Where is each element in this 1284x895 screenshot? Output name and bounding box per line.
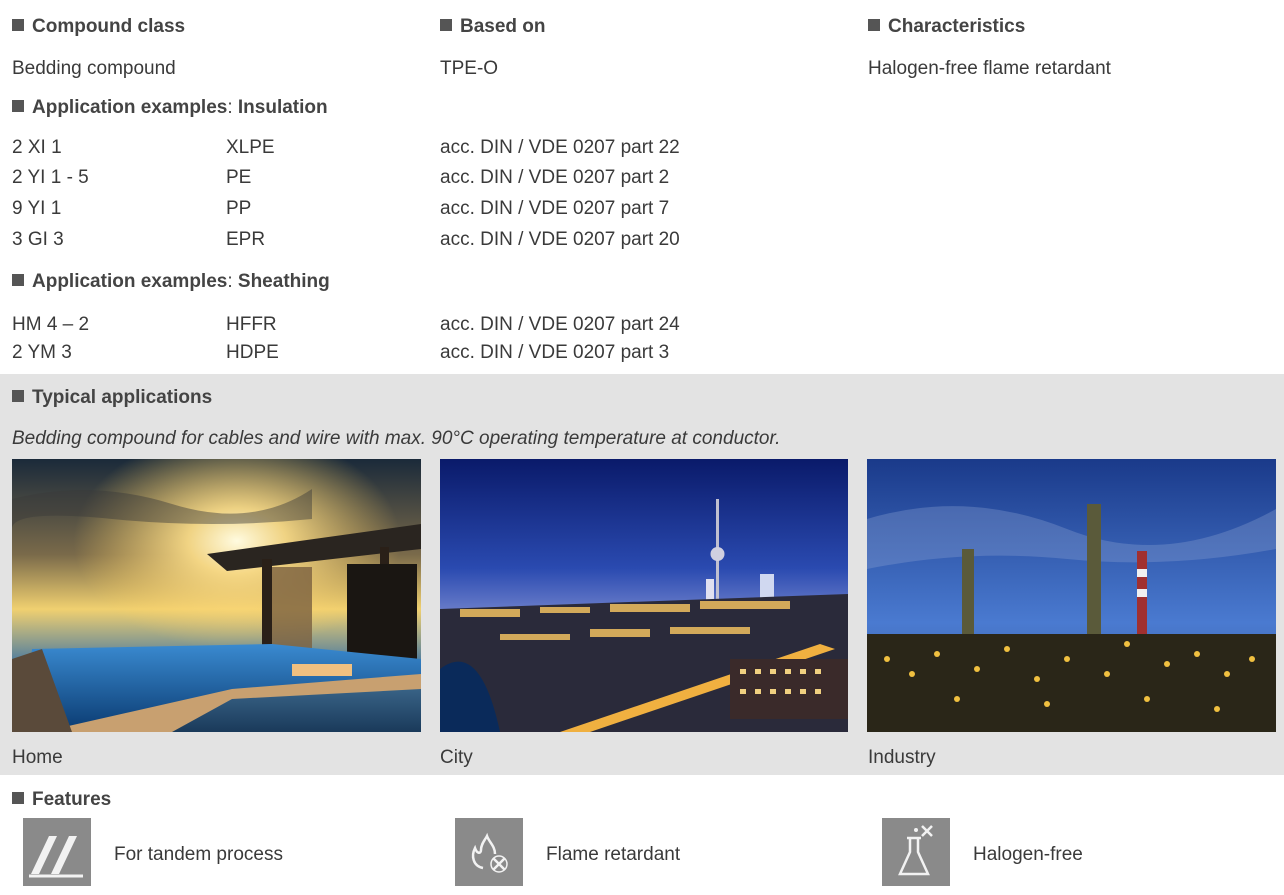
insulation-heading-tail: Insulation [237,97,328,118]
features-heading: Features [12,789,111,811]
feature-label: Halogen-free [973,844,1083,865]
sheathing-code: 2 YM 3 [12,342,72,363]
sheathing-material: HFFR [226,314,277,335]
insulation-code: 2 YI 1 - 5 [12,167,89,188]
sheathing-material: HDPE [226,342,279,363]
based-on-heading-text: Based on [460,16,546,37]
based-on-heading: Based on [440,16,546,38]
typical-applications-description: Bedding compound for cables and wire wit… [12,428,781,449]
compound-class-heading: Compound class [12,16,185,38]
sheathing-standard: acc. DIN / VDE 0207 part 24 [440,314,680,335]
bullet-square-icon [12,792,24,804]
feature-label: Flame retardant [546,844,681,865]
typical-applications-heading-text: Typical applications [32,387,213,408]
industry-image [867,459,1276,732]
insulation-standard: acc. DIN / VDE 0207 part 20 [440,229,680,250]
city-image [440,459,848,732]
compound-class-value: Bedding compound [12,58,176,79]
home-caption: Home [12,747,63,768]
typical-applications-heading: Typical applications [12,387,212,409]
tandem-process-icon [23,818,91,886]
industry-caption: Industry [868,747,936,768]
insulation-standard: acc. DIN / VDE 0207 part 7 [440,198,670,219]
feature-label: For tandem process [114,844,283,865]
characteristics-heading: Characteristics [868,16,1025,38]
city-caption: City [440,747,473,768]
city-photo [440,459,848,732]
features-heading-text: Features [32,789,112,810]
insulation-heading: Application examples: Insulation [12,97,328,119]
industry-photo [867,459,1276,732]
bullet-square-icon [12,274,24,286]
sheathing-heading-tail: Sheathing [237,271,330,292]
bullet-square-icon [868,19,880,31]
sheathing-code: HM 4 – 2 [12,314,90,335]
home-image [12,459,421,732]
home-photo [12,459,421,732]
insulation-code: 2 XI 1 [12,137,62,158]
insulation-material: PE [226,167,252,188]
insulation-code: 3 GI 3 [12,229,64,250]
sheathing-heading-bold: Application examples [32,271,228,292]
insulation-material: EPR [226,229,266,250]
based-on-value: TPE-O [440,58,499,79]
insulation-code: 9 YI 1 [12,198,62,219]
compound-class-heading-text: Compound class [32,16,186,37]
sheathing-heading-sep: : [227,271,233,292]
insulation-material: PP [226,198,252,219]
characteristics-heading-text: Characteristics [888,16,1026,37]
flame-retardant-icon [455,818,523,886]
halogen-free-icon [882,818,950,886]
bullet-square-icon [12,390,24,402]
insulation-heading-sep: : [227,97,233,118]
insulation-heading-bold: Application examples [32,97,228,118]
bullet-square-icon [12,100,24,112]
insulation-standard: acc. DIN / VDE 0207 part 2 [440,167,670,188]
insulation-material: XLPE [226,137,275,158]
bullet-square-icon [440,19,452,31]
sheathing-standard: acc. DIN / VDE 0207 part 3 [440,342,670,363]
characteristics-value: Halogen-free flame retardant [868,58,1111,79]
bullet-square-icon [12,19,24,31]
sheathing-heading: Application examples: Sheathing [12,271,330,293]
insulation-standard: acc. DIN / VDE 0207 part 22 [440,137,680,158]
